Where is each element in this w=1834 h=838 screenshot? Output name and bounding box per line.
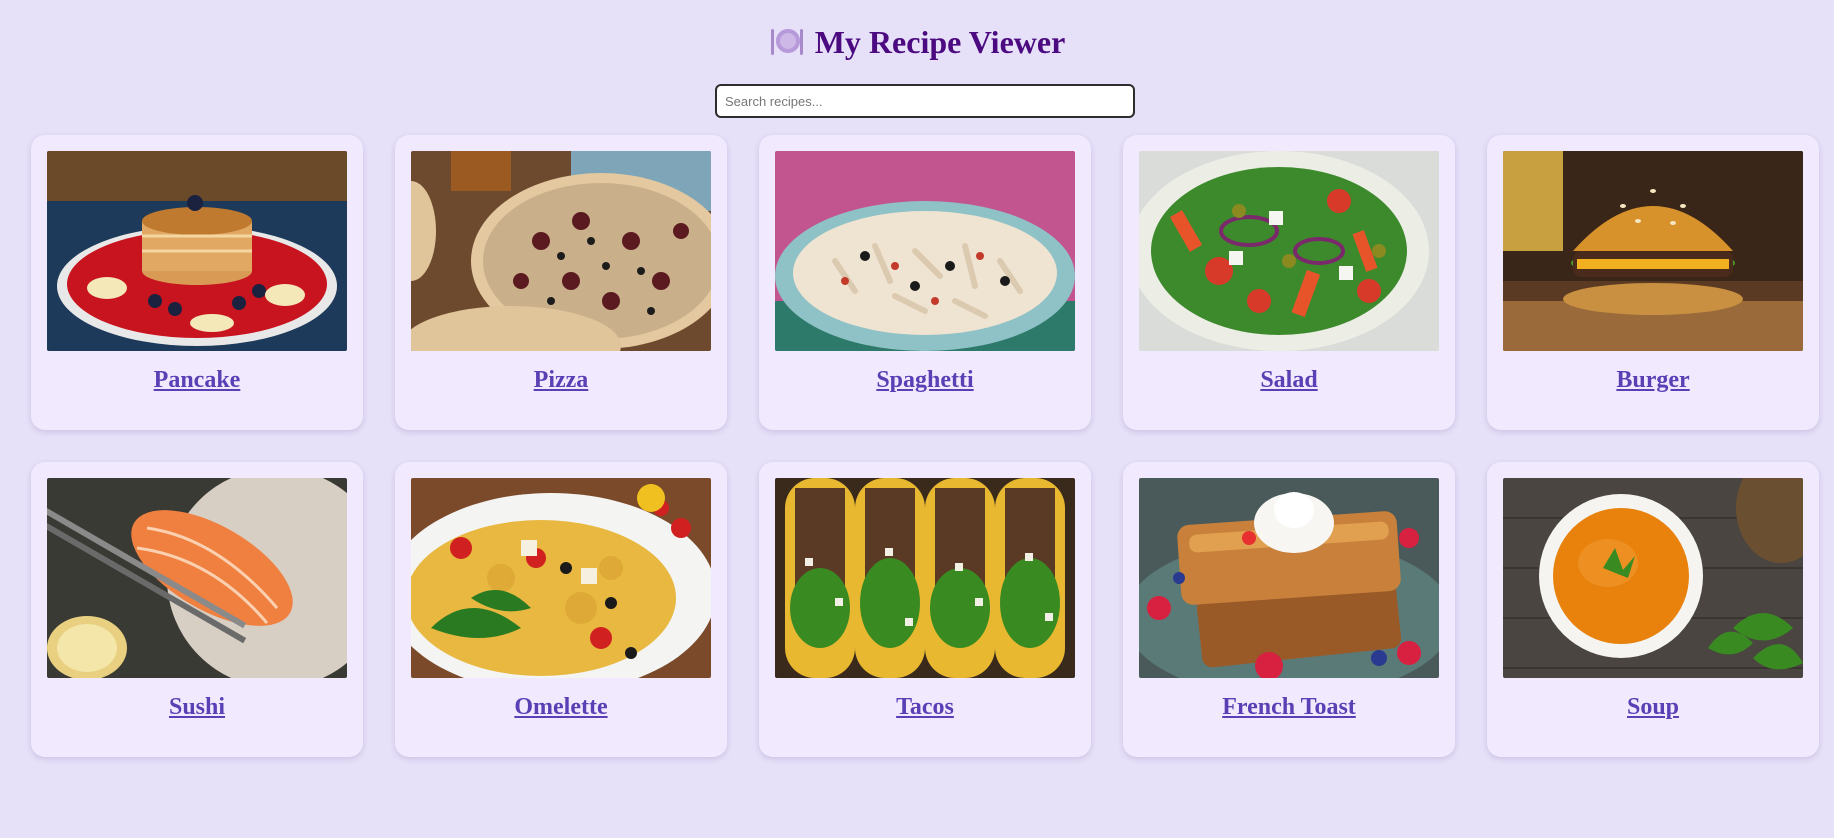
plate-with-cutlery-icon <box>769 25 803 59</box>
recipe-card-omelette[interactable]: Omelette <box>395 462 727 757</box>
recipe-link-sushi[interactable]: Sushi <box>169 694 225 721</box>
recipe-card-burger[interactable]: Burger <box>1487 135 1819 430</box>
recipe-card-pizza[interactable]: Pizza <box>395 135 727 430</box>
recipe-card-spaghetti[interactable]: Spaghetti <box>759 135 1091 430</box>
recipe-link-omelette[interactable]: Omelette <box>514 694 607 721</box>
sushi-photo[interactable] <box>47 478 347 678</box>
recipe-link-tacos[interactable]: Tacos <box>896 694 954 721</box>
spaghetti-photo[interactable] <box>775 151 1075 351</box>
recipe-link-pizza[interactable]: Pizza <box>534 367 589 394</box>
omelette-photo[interactable] <box>411 478 711 678</box>
burger-photo[interactable] <box>1503 151 1803 351</box>
recipe-card-soup[interactable]: Soup <box>1487 462 1819 757</box>
recipe-card-french-toast[interactable]: French Toast <box>1123 462 1455 757</box>
recipe-card-tacos[interactable]: Tacos <box>759 462 1091 757</box>
pizza-photo[interactable] <box>411 151 711 351</box>
recipe-link-soup[interactable]: Soup <box>1627 694 1679 721</box>
recipe-card-pancake[interactable]: Pancake <box>31 135 363 430</box>
page-title: My Recipe Viewer <box>814 24 1066 60</box>
recipe-link-pancake[interactable]: Pancake <box>154 367 241 394</box>
recipe-card-sushi[interactable]: Sushi <box>31 462 363 757</box>
salad-photo[interactable] <box>1139 151 1439 351</box>
recipe-grid: Pancake Pizza Spaghetti Salad Burger Sus… <box>31 135 1821 757</box>
french-toast-photo[interactable] <box>1139 478 1439 678</box>
recipe-link-spaghetti[interactable]: Spaghetti <box>876 367 973 394</box>
tacos-photo[interactable] <box>775 478 1075 678</box>
recipe-link-burger[interactable]: Burger <box>1616 367 1689 394</box>
page-header: My Recipe Viewer <box>0 22 1834 62</box>
recipe-link-french-toast[interactable]: French Toast <box>1222 694 1356 721</box>
recipe-link-salad[interactable]: Salad <box>1260 367 1317 394</box>
pancake-photo[interactable] <box>47 151 347 351</box>
search-input[interactable] <box>715 84 1135 118</box>
search-bar <box>715 84 1135 118</box>
recipe-card-salad[interactable]: Salad <box>1123 135 1455 430</box>
soup-photo[interactable] <box>1503 478 1803 678</box>
